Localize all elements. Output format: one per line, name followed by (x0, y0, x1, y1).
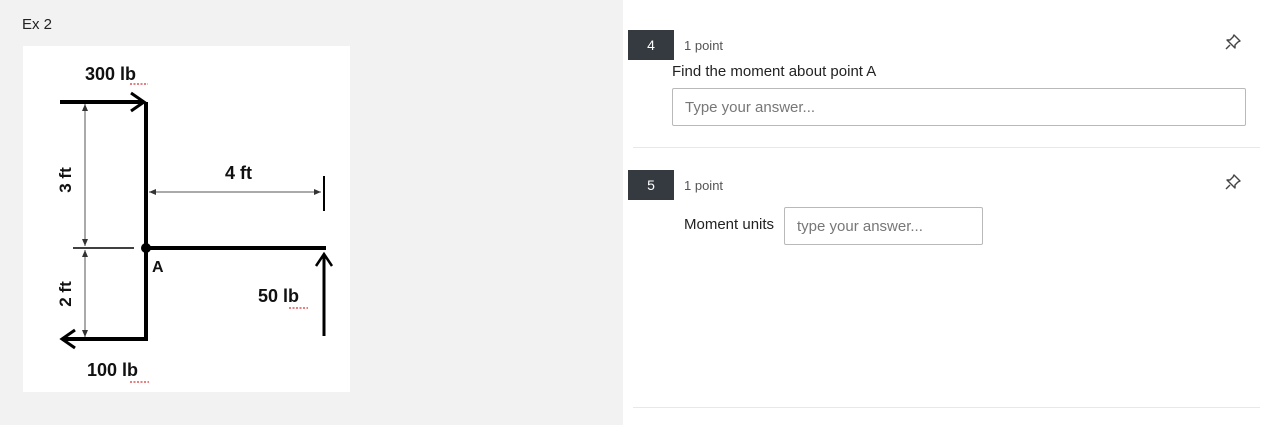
answer-input[interactable] (672, 88, 1246, 126)
force-label-50lb: 50 lb (258, 286, 299, 306)
diagram-card: 300 lb 4 ft A 50 lb 100 lb 3 ft 2 ft (23, 46, 350, 392)
force-label-300lb: 300 lb (85, 64, 136, 84)
question-number-badge: 4 (628, 30, 674, 60)
moment-units-label: Moment units (684, 216, 775, 233)
free-body-diagram: 300 lb 4 ft A 50 lb 100 lb 3 ft 2 ft (56, 64, 334, 383)
units-answer-input[interactable] (784, 207, 983, 245)
question-text: Find the moment about point A (672, 63, 877, 80)
question-divider (633, 407, 1260, 408)
force-arrow-100lb (59, 328, 148, 350)
pin-icon[interactable] (1224, 33, 1242, 51)
dimension-label-3ft: 3 ft (56, 167, 75, 193)
example-title: Ex 2 (22, 16, 53, 33)
force-arrow-50lb (314, 251, 334, 336)
point-label-a: A (152, 259, 164, 276)
dimension-label-2ft: 2 ft (56, 281, 75, 307)
left-pane: Ex 2 300 lb 4 ft A 50 lb 100 lb 3 ft 2 f… (0, 0, 623, 425)
right-pane: 4 1 point Find the moment about point A … (623, 0, 1265, 425)
question-points: 1 point (684, 178, 724, 193)
force-label-100lb: 100 lb (87, 360, 138, 380)
question-divider (633, 147, 1260, 148)
dimension-label-4ft: 4 ft (225, 163, 252, 183)
point-a-marker (141, 243, 151, 253)
question-number-badge: 5 (628, 170, 674, 200)
force-arrow-300lb (60, 91, 147, 113)
pin-icon[interactable] (1224, 173, 1242, 191)
question-points: 1 point (684, 38, 724, 53)
